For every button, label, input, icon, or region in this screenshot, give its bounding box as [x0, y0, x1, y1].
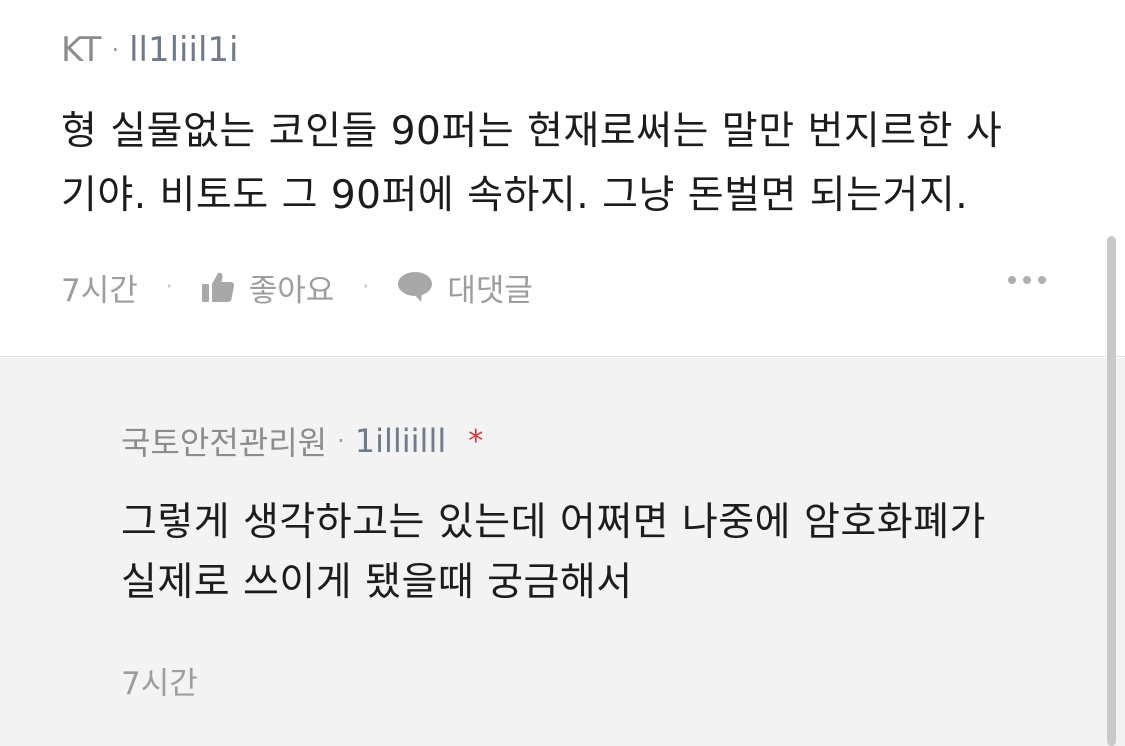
reply-comment: 국토안전관리원 · 1illiilll * 그렇게 생각하고는 있는데 어쩌면 … [0, 358, 1125, 746]
comment-text-line: 형 실물없는 코인들 90퍼는 현재로써는 말만 번지르한 사 [61, 109, 1003, 154]
reply-text-line: 그렇게 생각하고는 있는데 어쩌면 나중에 암호화폐가 [121, 500, 986, 545]
comment: KT · ll1liil1i 형 실물없는 코인들 90퍼는 현재로써는 말만 … [0, 0, 1125, 357]
author-badge: * [468, 423, 484, 459]
speech-bubble-icon [398, 272, 433, 302]
like-label: 좋아요 [248, 272, 335, 309]
comment-actions: 7시간 · 좋아요 · 대댓글 [61, 264, 1046, 310]
reply-time: 7시간 [121, 666, 198, 702]
separator: · [362, 274, 370, 300]
dot [1023, 276, 1031, 284]
thumbs-up-icon [201, 272, 234, 302]
comment-user-id[interactable]: ll1liil1i [129, 30, 238, 70]
reply-text-line: 실제로 쓰이게 됐을때 궁금해서 [121, 560, 633, 605]
comment-text: 형 실물없는 코인들 90퍼는 현재로써는 말만 번지르한 사 기야. 비토도 … [61, 100, 1071, 228]
comment-author[interactable]: KT [61, 30, 101, 70]
like-button[interactable]: 좋아요 [201, 265, 335, 310]
comment-time: 7시간 [61, 272, 138, 309]
dot [1038, 276, 1046, 284]
comment-header: KT · ll1liil1i [61, 30, 238, 70]
more-icon[interactable] [1008, 276, 1046, 284]
comment-text-line: 기야. 비토도 그 90퍼에 속하지. 그냥 돈벌면 되는거지. [61, 173, 969, 218]
separator: · [165, 274, 173, 300]
reply-header: 국토안전관리원 · 1illiilll * [121, 420, 483, 462]
reply-author[interactable]: 국토안전관리원 [121, 418, 327, 464]
comment-thread: KT · ll1liil1i 형 실물없는 코인들 90퍼는 현재로써는 말만 … [0, 0, 1125, 746]
separator: · [337, 427, 345, 455]
separator: · [111, 36, 120, 64]
dot [1008, 276, 1016, 284]
reply-label: 대댓글 [447, 272, 533, 309]
reply-button[interactable]: 대댓글 [397, 265, 533, 310]
scrollbar[interactable] [1107, 236, 1116, 746]
reply-user-id[interactable]: 1illiilll [355, 422, 446, 460]
reply-text: 그렇게 생각하고는 있는데 어쩌면 나중에 암호화폐가 실제로 쓰이게 됐을때 … [121, 493, 1081, 613]
